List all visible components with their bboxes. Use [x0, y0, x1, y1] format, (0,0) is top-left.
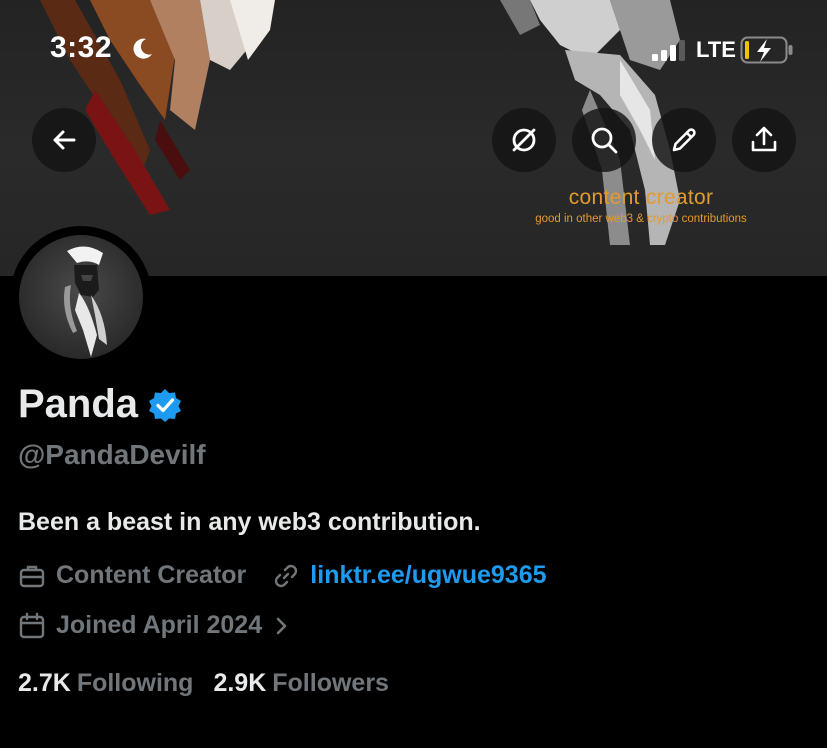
back-button[interactable] — [32, 108, 96, 172]
profile-meta-row: Content Creator linktr.ee/ugwue9365 — [18, 561, 547, 590]
edit-profile-button[interactable] — [652, 108, 716, 172]
explore-button[interactable] — [492, 108, 556, 172]
explore-circle-icon — [512, 128, 536, 152]
avatar[interactable] — [19, 235, 143, 359]
following-label: Following — [76, 669, 194, 697]
banner-caption: content creator good in other web3 & cry… — [515, 186, 767, 225]
moon-icon — [133, 38, 152, 59]
followers-link[interactable]: 2.9K Followers — [213, 669, 389, 698]
link-icon — [272, 562, 300, 590]
profile-bio: Been a beast in any web3 contribution. — [18, 508, 481, 536]
profile-stats: 2.7K Following 2.9K Followers — [18, 669, 389, 698]
banner-caption-title: content creator — [568, 186, 714, 209]
profile-joined-date: Joined April 2024 — [56, 611, 263, 639]
profile-website-link[interactable]: linktr.ee/ugwue9365 — [310, 561, 546, 590]
signal-bars-icon — [652, 40, 685, 61]
profile-category: Content Creator — [56, 561, 247, 589]
calendar-icon — [18, 612, 46, 640]
followers-count: 2.9K — [213, 669, 267, 697]
following-count: 2.7K — [18, 669, 71, 697]
profile-handle: @PandaDevilf — [18, 439, 206, 470]
search-icon — [591, 127, 618, 154]
following-link[interactable]: 2.7K Following — [18, 669, 193, 698]
profile-name: Panda — [18, 382, 139, 426]
profile-name-row: Panda — [18, 382, 182, 427]
status-bar: 3:32 LTE — [0, 0, 827, 100]
briefcase-icon — [18, 562, 46, 590]
avatar-portrait — [64, 246, 107, 357]
share-button[interactable] — [732, 108, 796, 172]
search-button[interactable] — [572, 108, 636, 172]
verified-badge-icon[interactable] — [148, 388, 182, 422]
battery-charging-icon — [740, 36, 793, 64]
network-type: LTE — [696, 37, 736, 62]
back-arrow-icon — [53, 130, 76, 150]
banner-caption-subtitle: good in other web3 & crypto contribution… — [535, 213, 747, 225]
status-time: 3:32 — [50, 31, 113, 64]
edit-pencil-icon — [672, 128, 696, 152]
chevron-right-icon — [276, 617, 287, 634]
profile-joined-row[interactable]: Joined April 2024 — [18, 611, 292, 640]
followers-label: Followers — [272, 669, 389, 697]
share-upload-icon — [751, 126, 777, 152]
